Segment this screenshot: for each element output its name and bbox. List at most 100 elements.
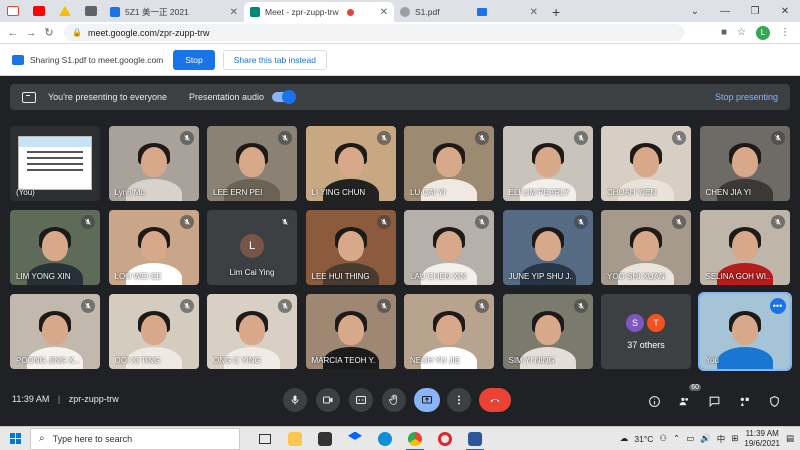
minimize-icon[interactable]: — [710,6,740,17]
stop-sharing-button[interactable]: Stop [173,49,215,70]
participant-tile[interactable]: NEOH YU JIE [404,294,494,369]
activities-button[interactable] [733,390,755,412]
close-icon[interactable]: ✕ [374,7,388,18]
activities-icon [740,397,749,406]
microphone-button[interactable] [283,388,307,412]
start-button[interactable] [0,427,30,450]
taskbar-clock[interactable]: 11:39 AM 19/6/2021 [744,429,780,449]
participant-name: NEOH YU JIE [410,356,461,365]
star-icon[interactable]: ☆ [737,27,746,38]
participant-tile[interactable]: ONG C YING [207,294,297,369]
participant-tile[interactable]: OOI XI TING [108,294,199,369]
notifications-icon[interactable]: ▤ [786,433,794,444]
back-arrow-icon[interactable]: ← [4,27,22,39]
forward-arrow-icon[interactable]: → [22,27,40,39]
meeting-details-button[interactable] [643,390,665,412]
url-field[interactable]: 🔒 meet.google.com/zpr-zupp-trw [64,24,684,41]
chevron-up-icon[interactable]: ⌃ [673,433,680,444]
tab-pdf[interactable]: S1.pdf ✕ [394,2,544,22]
participant-tile[interactable]: ELI LIM PEARLY [502,126,593,201]
volume-icon[interactable]: 🔊 [700,433,711,444]
participant-tile[interactable]: POONG JING X... [10,294,100,369]
participant-grid: (You) Lynn Mu LEE ERN PEI LI YING CHUN LU CA… [10,126,792,371]
chrome-button[interactable] [400,427,430,450]
word-button[interactable] [460,427,490,450]
participant-tile[interactable]: LAU CHEN XIN [404,210,494,285]
file-explorer-button[interactable] [280,427,310,450]
close-window-icon[interactable]: ✕ [770,6,800,17]
temperature[interactable]: 31°C [634,434,653,444]
participant-tile[interactable]: JUNE YIP SHU J... [502,210,593,285]
presentation-audio-toggle[interactable] [272,90,297,104]
participant-tile[interactable]: CHEN JIA YI [699,126,790,201]
raise-hand-button[interactable] [382,388,406,412]
ime-mode-icon[interactable]: ⊞ [731,433,738,444]
captions-button[interactable] [349,388,373,412]
word-icon [468,431,482,446]
presenting-text: You're presenting to everyone [48,92,167,102]
people-icon [679,397,688,405]
present-now-button[interactable] [414,388,440,412]
participant-tile[interactable]: LU CAI YI [404,126,494,201]
drive-icon [59,6,71,16]
store-button[interactable] [310,427,340,450]
participant-name: JUNE YIP SHU J... [508,272,573,281]
participant-tile[interactable]: SELINA GOH WI... [699,210,790,285]
mic-off-icon [573,299,588,313]
chat-button[interactable] [703,390,725,412]
pinned-tab-gmail[interactable] [0,0,26,22]
participant-face [534,231,561,261]
leave-call-button[interactable] [479,388,511,412]
participant-tile[interactable]: LOO WEI EE [108,210,199,285]
edge-button[interactable] [370,427,400,450]
participant-tile[interactable]: (You) [10,126,100,201]
task-view-button[interactable] [250,427,280,450]
mic-off-icon [278,215,292,229]
sharing-bar: Sharing S1.pdf to meet.google.com Stop S… [0,44,800,76]
pinned-tab-drive[interactable] [52,0,78,22]
folder-icon [288,431,302,446]
others-tile[interactable]: S T 37 others [601,294,691,369]
participant-tile[interactable]: LEE HUI THING [305,210,396,285]
people-button[interactable]: 60 [673,384,701,412]
participant-tile[interactable]: SIM YI NING [502,294,593,369]
close-icon[interactable]: ✕ [524,7,538,18]
stop-presenting-button[interactable]: Stop presenting [715,92,778,102]
tab-search-icon[interactable]: ⌄ [680,6,710,17]
participant-tile[interactable]: Lynn Mu [108,126,199,201]
new-tab-button[interactable]: + [544,2,568,22]
people-tray-icon[interactable]: ⚇ [659,433,667,444]
camera-button[interactable] [316,388,340,412]
profile-avatar[interactable]: L [756,25,770,40]
clock-time: 11:39 AM [745,428,779,438]
participant-tile[interactable]: LI YING CHUN [305,126,396,201]
participant-tile[interactable]: CHUAH YIEN [601,126,691,201]
participant-tile[interactable]: LIM YONG XIN [10,210,100,285]
close-icon[interactable]: ✕ [224,7,238,18]
more-options-button[interactable] [447,388,471,412]
avatar: S [626,314,644,332]
self-tile[interactable]: You ••• [697,292,792,371]
opera-button[interactable] [430,427,460,450]
menu-kebab-icon[interactable]: ⋮ [780,27,790,38]
reload-icon[interactable]: ↻ [40,26,58,39]
weather-icon: ☁ [619,433,629,443]
taskbar-search[interactable]: ⌕ Type here to search [30,427,240,450]
dropbox-button[interactable] [340,427,370,450]
tab-meet[interactable]: Meet - zpr-zupp-trw ✕ [244,2,394,22]
participant-tile[interactable]: YOO SHI XUAN [601,210,691,285]
share-this-tab-button[interactable]: Share this tab instead [222,49,327,70]
participant-tile[interactable]: L Lim Cai Ying [207,210,297,285]
restore-icon[interactable]: ❐ [740,6,770,17]
ime-language[interactable]: 中 [717,433,726,445]
pinned-tab-photo[interactable] [78,0,104,22]
tab-classroom[interactable]: 5Z1 美一正 2021 ✕ [104,2,244,22]
camera-icon[interactable]: ■ [721,27,727,38]
participant-tile[interactable]: LEE ERN PEI [207,126,297,201]
pinned-tab-youtube[interactable] [26,0,52,22]
participant-tile[interactable]: MARCIA TEOH Y... [305,294,396,369]
more-horizontal-icon[interactable]: ••• [769,298,786,314]
host-controls-button[interactable] [763,390,785,412]
presentation-preview [18,136,92,190]
network-icon[interactable]: ▭ [686,433,694,444]
